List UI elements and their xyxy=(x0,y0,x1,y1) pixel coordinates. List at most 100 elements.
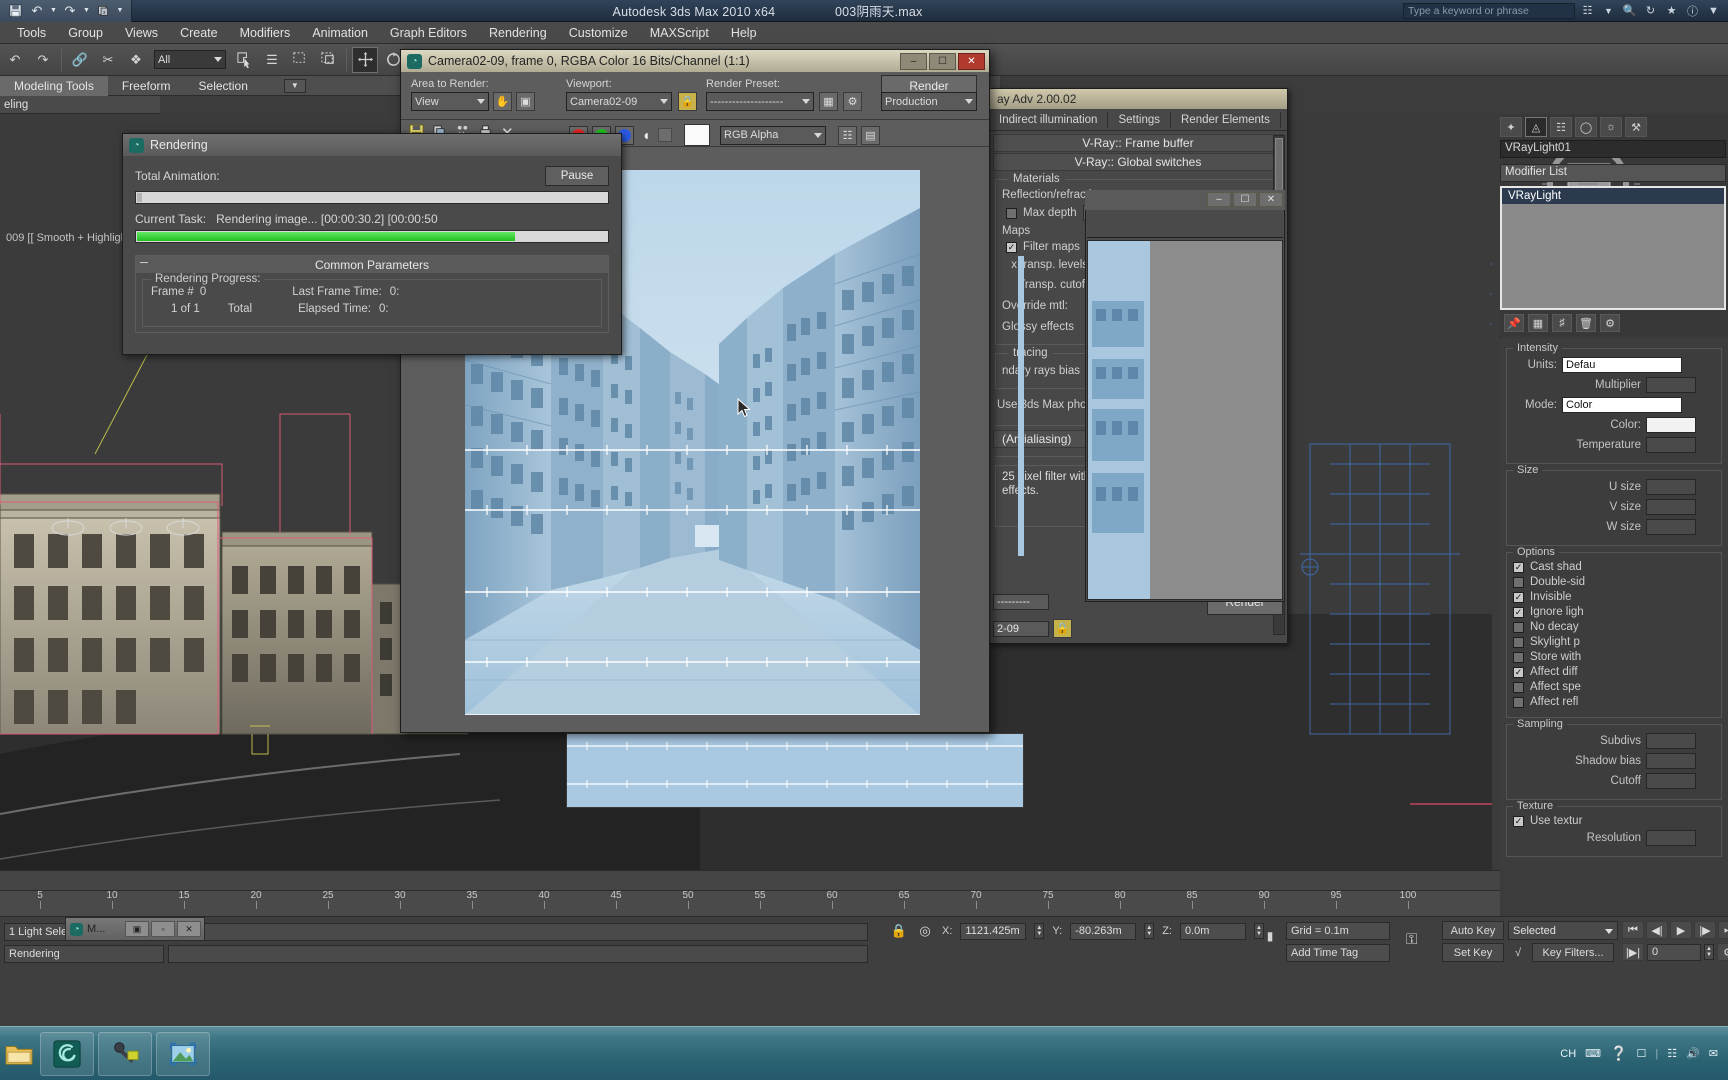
affect-reflections-checkbox[interactable] xyxy=(1513,696,1524,708)
minimize-ribbon-icon[interactable]: ▼ xyxy=(1705,2,1722,19)
multiplier-field[interactable] xyxy=(1646,377,1696,393)
display-alpha-swatch[interactable] xyxy=(684,124,710,146)
alpha-channel-icon[interactable]: ◖ xyxy=(638,127,654,143)
shadow-bias-field[interactable] xyxy=(1646,753,1696,769)
ignore-light-normals-checkbox[interactable]: ✓ xyxy=(1513,606,1524,618)
menu-graph-editors[interactable]: Graph Editors xyxy=(379,24,478,42)
vfb-toolbar[interactable] xyxy=(1087,210,1283,238)
tab-selection[interactable]: Selection xyxy=(185,76,262,96)
mini-minimize-button[interactable]: ▫ xyxy=(151,921,175,937)
lock-icon[interactable]: 🔒 xyxy=(678,92,697,111)
unlink-icon[interactable]: ✂ xyxy=(95,47,121,73)
y-field[interactable]: -80.263m xyxy=(1070,922,1137,940)
modifier-stack-list[interactable]: VRayLight xyxy=(1500,186,1726,310)
channel-combo[interactable]: RGB Alpha xyxy=(720,125,826,145)
utilities-icon[interactable]: ⚒ xyxy=(1625,117,1647,137)
environment-settings-icon[interactable]: ⚙ xyxy=(843,92,862,111)
select-and-move-icon[interactable] xyxy=(352,46,378,73)
store-with-irradiance-checkbox[interactable] xyxy=(1513,651,1524,663)
menu-group[interactable]: Group xyxy=(57,24,114,42)
track-bar-ruler[interactable]: 5 10 15 20 25 30 35 40 45 50 55 60 65 70 75 80 85 90 95 100 xyxy=(0,890,1500,916)
search-area[interactable]: Type a keyword or phrase ☷ ▼ 🔍 ↻ ★ ⓘ ▼ xyxy=(1403,2,1728,19)
rfw-window-buttons[interactable]: – ☐ ✕ xyxy=(900,53,985,70)
system-tray[interactable]: CH ⌨ ❔ ☐ | ☷ 🔊 ✉ xyxy=(1560,1045,1728,1062)
rfw-close-button[interactable]: ✕ xyxy=(958,53,985,70)
make-unique-icon[interactable]: ♯ xyxy=(1552,314,1572,332)
main-menu-bar[interactable]: Tools Group Views Create Modifiers Anima… xyxy=(0,22,1728,44)
vray-frame-buffer-window[interactable]: – ☐ ✕ xyxy=(1085,190,1285,790)
modifier-stack-tools[interactable]: 📌 ▦ ♯ 🗑 ⚙ xyxy=(1500,312,1726,334)
star-icon[interactable]: ★ xyxy=(1663,2,1680,19)
search-input[interactable]: Type a keyword or phrase xyxy=(1403,2,1575,19)
rendering-progress-dialog[interactable]: ◔ Rendering Total Animation: Pause Curre… xyxy=(122,133,622,355)
redo-icon[interactable]: ↷ xyxy=(60,2,80,20)
time-slider-bar[interactable] xyxy=(0,870,1500,890)
redo-dropdown-icon[interactable]: ▼ xyxy=(82,2,91,20)
qat-dropdown-icon[interactable]: ▼ xyxy=(115,2,125,20)
filter-maps-checkbox[interactable]: ✓ xyxy=(1006,241,1017,253)
undo-toolbar-icon[interactable]: ↶ xyxy=(2,47,28,73)
help-icon[interactable]: ⓘ xyxy=(1684,2,1701,19)
units-value[interactable]: Defau xyxy=(1562,357,1682,373)
mini-window[interactable]: ◔ M... ▣ ▫ ✕ xyxy=(65,917,205,941)
footer-preset-combo[interactable]: --------- xyxy=(993,594,1049,610)
use-texture-checkbox[interactable]: ✓ xyxy=(1513,815,1524,827)
pause-button[interactable]: Pause xyxy=(545,166,609,186)
mail-icon[interactable]: ✉ xyxy=(1709,1047,1718,1060)
resolution-field[interactable] xyxy=(1646,830,1696,846)
help-icon-tray[interactable]: ❔ xyxy=(1610,1045,1627,1062)
x-field[interactable]: 1121.425m xyxy=(960,922,1027,940)
rollout-global-switches[interactable]: V-Ray:: Global switches xyxy=(993,153,1283,171)
undo-icon[interactable]: ↶ xyxy=(27,2,47,20)
bind-spacewarp-icon[interactable]: ❖ xyxy=(123,47,149,73)
set-project-icon[interactable]: 3 xyxy=(93,2,113,20)
x-spinner[interactable]: ▲ ▼ xyxy=(1034,923,1045,939)
maxscript-minilistener-icon[interactable]: ▮ xyxy=(1260,927,1280,945)
mini-restore-button[interactable]: ▣ xyxy=(125,921,149,937)
ribbon-more-icon[interactable]: ▼ xyxy=(283,78,306,93)
area-to-render-combo[interactable]: View xyxy=(411,92,489,111)
play-icon[interactable]: ▶ xyxy=(1670,921,1692,939)
skylight-portal-checkbox[interactable] xyxy=(1513,636,1524,648)
window-icon[interactable]: ☐ xyxy=(1636,1047,1646,1060)
time-configuration-icon[interactable]: ⚙ xyxy=(1717,943,1728,961)
auto-region-icon[interactable]: ▣ xyxy=(516,92,535,111)
quick-access-toolbar[interactable]: ↶ ▼ ↷ ▼ 3 ▼ xyxy=(0,0,132,22)
absolute-relative-icon[interactable]: ◎ xyxy=(916,922,934,940)
selection-filter-combo[interactable]: All xyxy=(154,50,226,69)
menu-tools[interactable]: Tools xyxy=(6,24,57,42)
modifier-list-dropdown[interactable]: Modifier List xyxy=(1500,164,1726,182)
current-frame-spinner[interactable]: ▲ ▼ xyxy=(1704,944,1714,960)
menu-rendering[interactable]: Rendering xyxy=(478,24,558,42)
volume-icon[interactable]: 🔊 xyxy=(1686,1047,1700,1060)
hierarchy-icon[interactable]: ☷ xyxy=(1550,117,1572,137)
current-frame-area[interactable]: |▶| 0 ▲▼ ⚙ xyxy=(1622,943,1728,961)
window-crossing-icon[interactable] xyxy=(315,47,341,73)
y-spinner[interactable]: ▲ ▼ xyxy=(1144,923,1155,939)
show-end-result-icon[interactable]: ▦ xyxy=(1528,314,1548,332)
menu-create[interactable]: Create xyxy=(169,24,229,42)
object-name-field[interactable]: VRayLight01 xyxy=(1500,140,1726,158)
rfw-minimize-button[interactable]: – xyxy=(900,53,927,70)
no-decay-checkbox[interactable] xyxy=(1513,621,1524,633)
v-size-field[interactable] xyxy=(1646,499,1696,515)
key-mode-combo[interactable]: Selected xyxy=(1508,921,1618,940)
command-panel-tabs[interactable]: ✦ ◬ ☷ ◯ ☼ ⚒ xyxy=(1497,116,1728,138)
select-object-icon[interactable] xyxy=(231,47,257,73)
vfb-close-button[interactable]: ✕ xyxy=(1259,192,1283,207)
invisible-checkbox[interactable]: ✓ xyxy=(1513,591,1524,603)
undo-dropdown-icon[interactable]: ▼ xyxy=(49,2,58,20)
auto-key-button[interactable]: Auto Key xyxy=(1442,921,1504,940)
animation-playback-controls[interactable]: ⏮ ◀| ▶ |▶ ⏭ xyxy=(1622,921,1728,939)
menu-help[interactable]: Help xyxy=(720,24,768,42)
mini-close-button[interactable]: ✕ xyxy=(177,921,201,937)
ime-indicator[interactable]: CH xyxy=(1560,1048,1576,1060)
clone-rendered-frame-icon[interactable]: ☷ xyxy=(838,125,857,145)
color-swatch[interactable] xyxy=(1646,417,1696,433)
render-preset-combo[interactable]: -------------------- xyxy=(706,92,814,111)
temperature-field[interactable] xyxy=(1646,437,1696,453)
select-link-icon[interactable]: 🔗 xyxy=(67,47,93,73)
render-setup-icon[interactable]: ▦ xyxy=(819,92,838,111)
motion-icon[interactable]: ◯ xyxy=(1575,117,1597,137)
select-by-name-icon[interactable]: ☰ xyxy=(259,47,285,73)
